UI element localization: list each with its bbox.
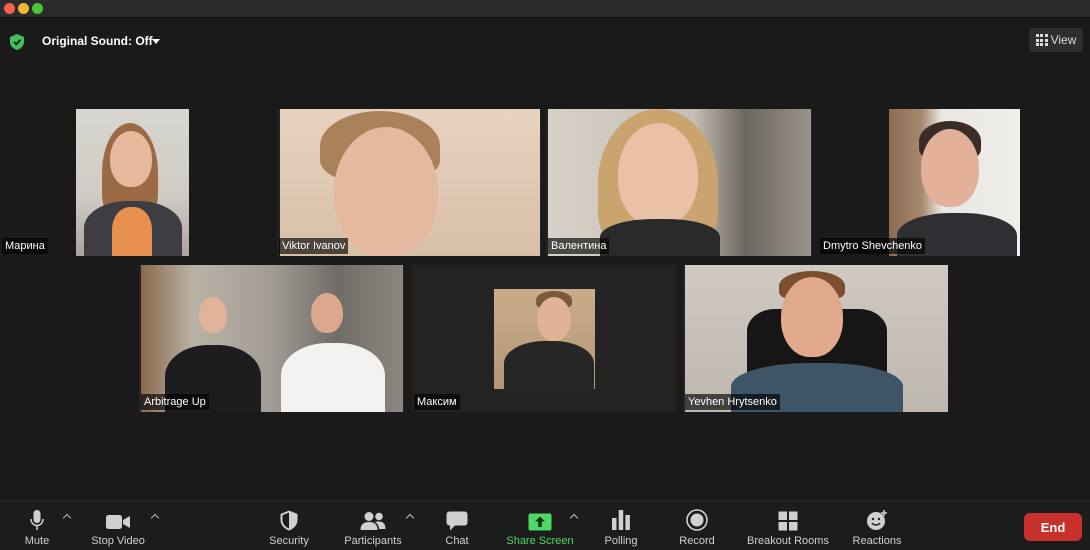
participant-name: Arbitrage Up: [141, 394, 209, 410]
window-maximize-button[interactable]: [32, 3, 43, 14]
microphone-icon: [30, 510, 44, 530]
chevron-down-icon[interactable]: [152, 39, 160, 44]
smiley-plus-icon: [867, 510, 887, 530]
participants-icon: [360, 512, 386, 530]
participant-tile-marina[interactable]: Марина: [0, 109, 275, 256]
participant-tile-maksim[interactable]: Максим: [412, 265, 676, 412]
breakout-rooms-label: Breakout Rooms: [747, 535, 829, 547]
participants-options-caret-icon[interactable]: [405, 513, 415, 523]
share-screen-button[interactable]: Share Screen: [504, 501, 576, 550]
meeting-toolbar: Mute Stop Video Security Participants Ch…: [0, 500, 1090, 550]
participant-video: [494, 289, 595, 389]
participant-tile-valentina[interactable]: Валентина: [546, 109, 812, 256]
participant-name: Валентина: [548, 238, 610, 254]
participant-video: [76, 109, 189, 256]
chat-bubble-icon: [446, 511, 468, 531]
reactions-button[interactable]: Reactions: [848, 501, 906, 550]
shield-icon: [280, 510, 298, 531]
mute-button[interactable]: Mute: [18, 501, 56, 550]
participant-tile-yevhen[interactable]: Yevhen Hrytsenko: [683, 265, 948, 412]
end-meeting-button[interactable]: End: [1024, 513, 1082, 541]
participant-name: Марина: [2, 238, 48, 254]
security-button[interactable]: Security: [266, 501, 312, 550]
grid-icon: [1035, 34, 1048, 46]
participant-video: [280, 109, 540, 256]
participants-label: Participants: [344, 535, 402, 547]
participant-tile-viktor[interactable]: Viktor Ivanov: [277, 109, 541, 256]
meeting-stage: Original Sound: Off View Марина Viktor I…: [0, 18, 1090, 500]
record-label: Record: [679, 535, 715, 547]
chat-label: Chat: [445, 535, 469, 547]
video-camera-icon: [106, 515, 130, 529]
window-close-button[interactable]: [4, 3, 15, 14]
participant-video: [141, 265, 403, 412]
encryption-shield-icon[interactable]: [10, 34, 24, 50]
share-screen-icon: [528, 513, 552, 531]
original-sound-toggle[interactable]: Original Sound: Off: [42, 34, 153, 48]
participant-tile-arbitrage-up[interactable]: Arbitrage Up: [139, 265, 404, 412]
reactions-label: Reactions: [852, 535, 902, 547]
view-button-label: View: [1050, 33, 1077, 47]
record-button[interactable]: Record: [676, 501, 718, 550]
mute-label: Mute: [24, 535, 50, 547]
participant-name: Yevhen Hrytsenko: [685, 394, 780, 410]
polling-button[interactable]: Polling: [600, 501, 642, 550]
participant-name: Максим: [414, 394, 460, 410]
share-screen-options-caret-icon[interactable]: [569, 513, 579, 523]
participant-name: Dmytro Shevchenko: [820, 238, 926, 254]
video-options-caret-icon[interactable]: [150, 513, 160, 523]
participant-tile-dmytro[interactable]: Dmytro Shevchenko: [818, 109, 1090, 256]
chat-button[interactable]: Chat: [440, 501, 474, 550]
record-icon: [686, 509, 708, 531]
audio-options-caret-icon[interactable]: [62, 513, 72, 523]
participants-button[interactable]: Participants: [340, 501, 406, 550]
window-titlebar: [0, 0, 1090, 18]
stop-video-label: Stop Video: [91, 535, 145, 547]
participant-video: [548, 109, 811, 256]
breakout-rooms-button[interactable]: Breakout Rooms: [744, 501, 832, 550]
polling-label: Polling: [604, 535, 638, 547]
participant-video: [889, 109, 1020, 256]
stop-video-button[interactable]: Stop Video: [88, 501, 148, 550]
breakout-rooms-icon: [778, 511, 798, 531]
participant-name: Viktor Ivanov: [279, 238, 349, 254]
share-screen-label: Share Screen: [506, 535, 574, 547]
participant-video: [685, 265, 948, 412]
bar-chart-icon: [612, 510, 630, 530]
window-minimize-button[interactable]: [18, 3, 29, 14]
view-button[interactable]: View: [1029, 28, 1083, 52]
security-label: Security: [269, 535, 309, 547]
